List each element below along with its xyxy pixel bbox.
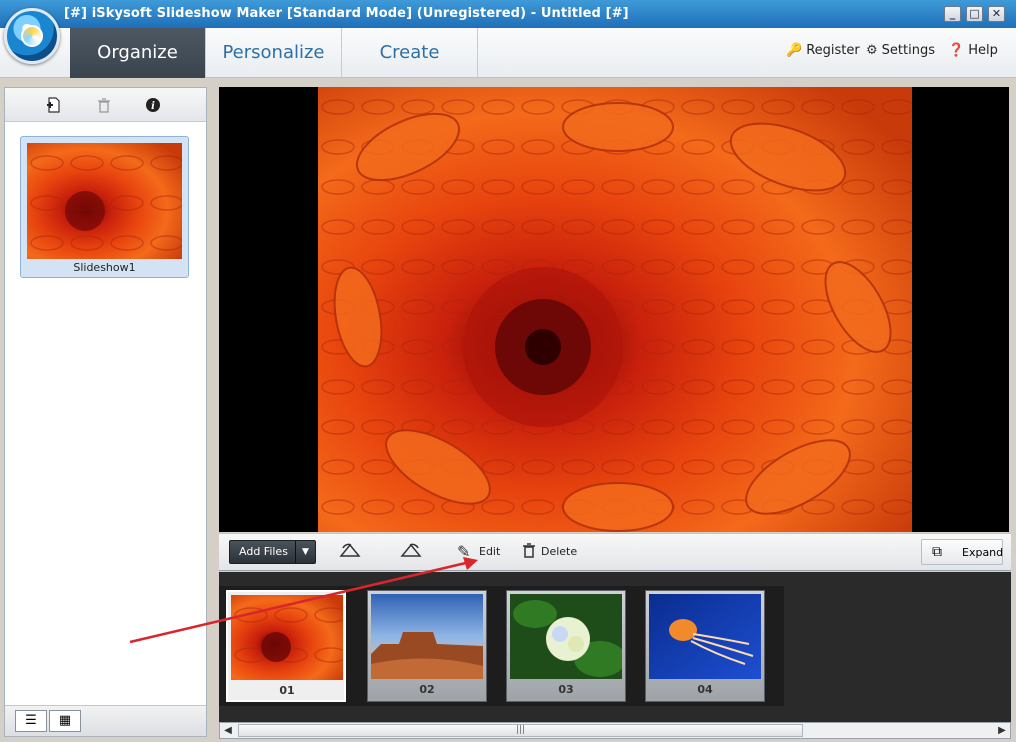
tab-organize[interactable]: Organize — [70, 28, 206, 78]
disc-icon — [21, 25, 43, 47]
film-thumbnail-desert — [371, 594, 483, 679]
help-link[interactable]: ❓ Help — [948, 43, 998, 58]
list-view-button[interactable]: ☰ — [15, 710, 47, 732]
scrollbar-thumb[interactable]: ||| — [238, 724, 803, 737]
scroll-right-icon[interactable]: ▶ — [994, 723, 1010, 738]
film-number: 01 — [279, 684, 295, 697]
preview-area — [219, 87, 1009, 532]
slideshow-thumbnail — [27, 143, 182, 259]
left-toolbar: i — [5, 88, 206, 122]
delete-icon[interactable] — [522, 542, 536, 562]
tab-create[interactable]: Create — [342, 28, 478, 78]
help-icon: ❓ — [948, 43, 965, 58]
filmstrip: 01 02 03 04 — [219, 572, 1011, 722]
film-item-04[interactable]: 04 — [645, 590, 765, 702]
dropdown-arrow-icon[interactable]: ▼ — [295, 541, 315, 563]
register-link[interactable]: 🔑 Register — [786, 43, 860, 58]
film-number: 03 — [558, 683, 574, 696]
slideshow-item[interactable]: Slideshow1 — [20, 136, 189, 278]
expand-label: Expand — [962, 546, 1004, 559]
help-label: Help — [968, 43, 998, 58]
minimize-button[interactable]: _ — [944, 6, 961, 22]
delete-button[interactable]: Delete — [541, 545, 577, 558]
edit-icon[interactable]: ✎ — [457, 542, 470, 561]
film-item-01[interactable]: 01 — [226, 590, 346, 702]
expand-icon: ⧉ — [932, 544, 942, 560]
tab-personalize[interactable]: Personalize — [206, 28, 342, 78]
slideshow-list-panel: i Slideshow1 ☰ ▦ — [4, 87, 207, 737]
film-thumbnail-hydrangea — [510, 594, 622, 679]
svg-text:i: i — [151, 101, 155, 112]
expand-button[interactable]: ⧉ Expand — [921, 539, 1003, 565]
thumbnail-view-icon: ▦ — [58, 713, 72, 728]
film-item-03[interactable]: 03 — [506, 590, 626, 702]
add-file-icon[interactable] — [45, 96, 63, 114]
window-title: [#] iSkysoft Slideshow Maker [Standard M… — [64, 6, 629, 21]
app-logo — [4, 8, 60, 64]
edit-button[interactable]: Edit — [479, 545, 500, 558]
add-files-label: Add Files — [239, 545, 288, 558]
scroll-left-icon[interactable]: ◀ — [220, 723, 236, 738]
info-icon[interactable]: i — [144, 96, 162, 114]
settings-link[interactable]: ⚙ Settings — [866, 43, 935, 58]
preview-image — [318, 87, 912, 532]
view-toggle-bar: ☰ ▦ — [5, 705, 206, 736]
rotate-right-icon[interactable] — [400, 542, 422, 562]
close-button[interactable]: ✕ — [988, 6, 1005, 22]
add-files-button[interactable]: Add Files ▼ — [229, 540, 316, 564]
main-nav: Organize Personalize Create 🔑 Register ⚙ S… — [0, 28, 1016, 78]
film-item-02[interactable]: 02 — [367, 590, 487, 702]
key-icon: 🔑 — [786, 43, 803, 58]
film-thumbnail-flower — [231, 595, 343, 680]
slideshow-label: Slideshow1 — [73, 261, 136, 274]
settings-label: Settings — [881, 43, 935, 58]
thumbnail-view-button[interactable]: ▦ — [49, 710, 81, 732]
film-number: 04 — [697, 683, 713, 696]
list-view-icon: ☰ — [25, 713, 37, 728]
filmstrip-scrollbar[interactable]: ◀ ||| ▶ — [219, 722, 1011, 739]
media-toolbar: Add Files ▼ ✎ Edit Delete ⧉ Expand — [219, 533, 1011, 571]
register-label: Register — [806, 43, 860, 58]
trash-icon[interactable] — [95, 96, 113, 114]
rotate-left-icon[interactable] — [339, 542, 361, 562]
gear-icon: ⚙ — [866, 43, 878, 58]
title-bar: [#] iSkysoft Slideshow Maker [Standard M… — [0, 0, 1016, 28]
film-number: 02 — [419, 683, 435, 696]
film-thumbnail-jellyfish — [649, 594, 761, 679]
maximize-button[interactable]: □ — [966, 6, 983, 22]
